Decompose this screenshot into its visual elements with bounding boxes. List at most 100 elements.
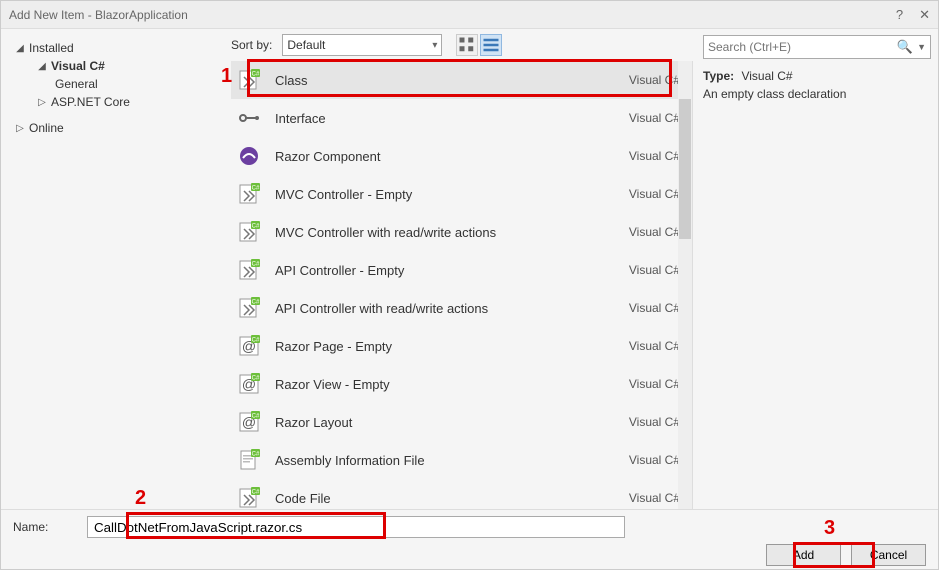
tree-installed[interactable]: ◢ Installed [13,39,219,57]
razor-at-icon: @C# [237,410,261,434]
template-lang: Visual C# [629,263,680,277]
close-icon[interactable]: ✕ [919,7,930,23]
template-item[interactable]: Razor ComponentVisual C# [231,137,692,175]
tree-label-visual-cs: Visual C# [49,59,105,73]
template-lang: Visual C# [629,415,680,429]
detail-pane: 🔍 ▼ Type: Visual C# An empty class decla… [693,29,938,511]
svg-text:C#: C# [252,224,260,230]
detail-type-row: Type: Visual C# [703,69,928,83]
tree-label-aspnet: ASP.NET Core [49,95,130,109]
svg-text:C#: C# [252,414,260,420]
template-lang: Visual C# [629,301,680,315]
template-item[interactable]: InterfaceVisual C# [231,99,692,137]
grid-icon [457,33,477,57]
chevron-down-icon[interactable]: ▼ [917,42,926,52]
chevron-down-icon: ◢ [13,43,27,54]
svg-text:C#: C# [252,490,260,496]
sort-value: Default [287,38,325,52]
type-value: Visual C# [741,69,792,83]
template-name: API Controller - Empty [275,263,629,278]
sort-by-label: Sort by: [231,38,272,52]
tree-label-general: General [53,77,98,91]
template-name: Interface [275,111,629,126]
template-item[interactable]: @C#Razor Page - EmptyVisual C# [231,327,692,365]
sort-by-dropdown[interactable]: Default ▾ [282,34,442,56]
template-lang: Visual C# [629,453,680,467]
template-item[interactable]: C# Assembly Information FileVisual C# [231,441,692,479]
class-icon: C# [237,220,261,244]
template-name: Razor Layout [275,415,629,430]
template-list[interactable]: C#ClassVisual C#InterfaceVisual C#Razor … [231,61,693,511]
tree-label-installed: Installed [27,41,74,55]
template-lang: Visual C# [629,73,680,87]
tree-aspnet[interactable]: ▷ ASP.NET Core [13,93,219,111]
scrollbar-thumb[interactable] [679,99,691,239]
class-icon: C# [237,296,261,320]
search-box[interactable]: 🔍 ▼ [703,35,931,59]
svg-text:C#: C# [252,186,260,192]
template-name: Razor View - Empty [275,377,629,392]
chevron-right-icon: ▷ [13,123,27,134]
svg-text:C#: C# [252,262,260,268]
template-item[interactable]: @C# Razor LayoutVisual C# [231,403,692,441]
svg-text:C#: C# [252,300,260,306]
template-name: Razor Component [275,149,629,164]
chevron-down-icon: ◢ [35,61,49,72]
template-item[interactable]: C#MVC Controller - EmptyVisual C# [231,175,692,213]
tree-visual-cs[interactable]: ◢ Visual C# [13,57,219,75]
list-icon [481,33,501,57]
chevron-down-icon: ▾ [432,40,437,51]
view-buttons [456,34,502,56]
svg-text:C#: C# [252,376,260,382]
class-icon: C# [237,258,261,282]
toolbar: Sort by: Default ▾ [231,29,693,61]
scrollbar[interactable] [678,61,692,511]
template-name: API Controller with read/write actions [275,301,629,316]
template-item[interactable]: C# API Controller with read/write actions… [231,289,692,327]
class-icon: C# [237,486,261,510]
template-name: Razor Page - Empty [275,339,629,354]
interface-icon [237,106,261,130]
razor-at-icon: @C# [237,334,261,358]
template-item[interactable]: C# API Controller - EmptyVisual C# [231,251,692,289]
class-icon: C# [237,68,261,92]
template-item[interactable]: C#Code FileVisual C# [231,479,692,511]
tree-online[interactable]: ▷ Online [13,119,219,137]
svg-text:C#: C# [252,72,260,78]
name-row: Name: [13,516,926,538]
center-panel: Sort by: Default ▾ C#ClassVisual C#Inter… [231,29,693,511]
name-input[interactable] [87,516,625,538]
titlebar-controls: ? ✕ [896,7,930,23]
tree-general[interactable]: General [13,75,219,93]
template-item[interactable]: C# ClassVisual C# [231,61,692,99]
template-lang: Visual C# [629,491,680,505]
detail-description: An empty class declaration [703,87,928,101]
chevron-right-icon: ▷ [35,97,49,108]
template-lang: Visual C# [629,187,680,201]
search-icon[interactable]: 🔍 [897,39,913,55]
template-item[interactable]: @C# Razor View - EmptyVisual C# [231,365,692,403]
list-view-button[interactable] [480,34,502,56]
help-icon[interactable]: ? [896,7,903,23]
template-name: Assembly Information File [275,453,629,468]
cancel-button[interactable]: Cancel [851,544,926,566]
add-button[interactable]: Add [766,544,841,566]
main-area: ◢ Installed ◢ Visual C# General ▷ ASP.NE… [1,29,938,511]
name-label: Name: [13,520,73,534]
class-icon: C# [237,182,261,206]
template-lang: Visual C# [629,149,680,163]
svg-text:C#: C# [252,338,260,344]
bottom-bar: Name: Add Cancel [1,509,938,569]
category-tree: ◢ Installed ◢ Visual C# General ▷ ASP.NE… [1,29,231,511]
razor-at-icon: @C# [237,372,261,396]
template-lang: Visual C# [629,377,680,391]
svg-text:C#: C# [252,452,260,458]
template-lang: Visual C# [629,111,680,125]
titlebar: Add New Item - BlazorApplication ? ✕ [1,1,938,29]
file-icon: C# [237,448,261,472]
template-name: MVC Controller with read/write actions [275,225,629,240]
template-item[interactable]: C# MVC Controller with read/write actions… [231,213,692,251]
search-input[interactable] [708,40,897,54]
grid-view-button[interactable] [456,34,478,56]
template-name: Class [275,73,629,88]
